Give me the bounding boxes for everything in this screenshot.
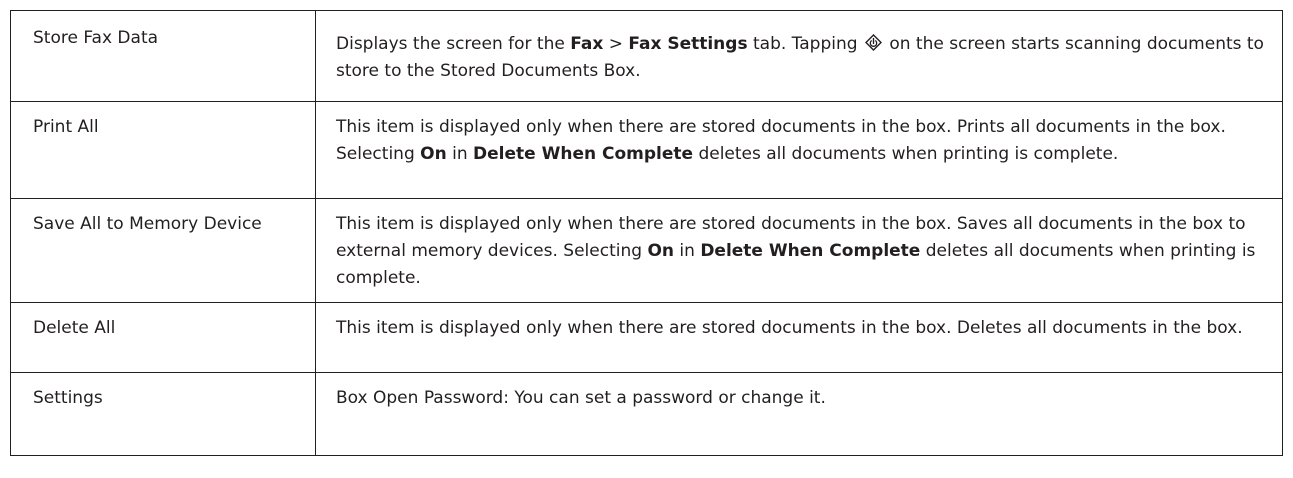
item-name-cell: Delete All <box>10 302 316 373</box>
description-cell: This item is displayed only when there a… <box>315 302 1283 373</box>
description-text: in <box>446 144 474 164</box>
description-text: > <box>603 34 629 54</box>
table-row: Store Fax Data Displays the screen for t… <box>10 10 1283 102</box>
description-cell: This item is displayed only when there a… <box>315 198 1283 303</box>
table-row: Delete All This item is displayed only w… <box>10 302 1283 373</box>
document-page: Store Fax Data Displays the screen for t… <box>0 0 1293 478</box>
description-text: This item is displayed only when there a… <box>336 318 1243 338</box>
bold-term: On <box>420 144 447 164</box>
item-name-cell: Store Fax Data <box>10 10 316 102</box>
description-cell: This item is displayed only when there a… <box>315 101 1283 199</box>
bold-term: On <box>647 241 674 261</box>
description-text: deletes all documents when printing is c… <box>693 144 1119 164</box>
bold-term: Delete When Complete <box>473 144 694 164</box>
table-row: Print All This item is displayed only wh… <box>10 101 1283 199</box>
settings-table: Store Fax Data Displays the screen for t… <box>10 10 1283 456</box>
description-text: in <box>674 241 701 261</box>
item-name-cell: Print All <box>10 101 316 199</box>
bold-term: Fax Settings <box>628 34 748 54</box>
table-row: Save All to Memory Device This item is d… <box>10 198 1283 303</box>
table-row: Settings Box Open Password: You can set … <box>10 372 1283 456</box>
bold-term: Delete When Complete <box>700 241 921 261</box>
description-text: Displays the screen for the <box>336 34 571 54</box>
bold-term: Fax <box>570 34 604 54</box>
description-cell: Displays the screen for the Fax > Fax Se… <box>315 10 1283 102</box>
item-name-cell: Settings <box>10 372 316 456</box>
start-button-icon <box>864 33 882 51</box>
description-cell: Box Open Password: You can set a passwor… <box>315 372 1283 456</box>
item-name-cell: Save All to Memory Device <box>10 198 316 303</box>
description-text: tab. Tapping <box>747 34 863 54</box>
description-text: Box Open Password: You can set a passwor… <box>336 388 826 408</box>
